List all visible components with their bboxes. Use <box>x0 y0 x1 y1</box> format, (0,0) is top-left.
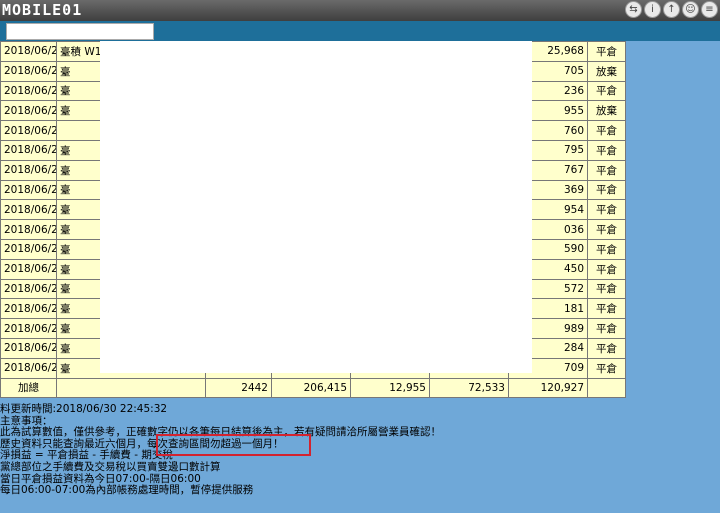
status-cell: 放棄 <box>587 60 626 82</box>
date-cell: 2018/06/28 <box>0 120 57 141</box>
site-logo[interactable]: MOBILE01 <box>2 1 82 20</box>
redacted-area <box>100 41 532 373</box>
status-cell: 平倉 <box>587 238 626 260</box>
total-row: 加總 2442 206,415 12,955 72,533 120,927 <box>0 377 626 399</box>
date-cell: 2018/06/28 <box>0 159 57 181</box>
date-cell: 2018/06/28 <box>0 199 57 221</box>
date-cell: 2018/06/27 <box>0 60 57 82</box>
date-cell: 2018/06/27 <box>0 100 57 122</box>
note-line: 黨總部位之手續費及交易稅以買賣雙邊口數計算 <box>0 460 221 473</box>
date-cell: 2018/06/27 <box>0 41 57 62</box>
num-cell: 2442 <box>205 377 272 399</box>
status-cell: 放棄 <box>587 100 626 122</box>
share-icon[interactable]: ⇆ <box>625 1 642 18</box>
update-time: 料更新時間:2018/06/30 22:45:32 <box>0 403 168 415</box>
status-cell: 平倉 <box>587 199 626 221</box>
num-cell: 72,533 <box>429 377 509 399</box>
num-cell: 120,927 <box>508 377 588 399</box>
status-cell: 平倉 <box>587 41 626 62</box>
date-cell: 2018/06/29 <box>0 298 57 320</box>
status-cell: 平倉 <box>587 337 626 359</box>
date-cell: 2018/06/28 <box>0 139 57 161</box>
date-cell: 2018/06/27 <box>0 80 57 102</box>
num-cell: 12,955 <box>350 377 430 399</box>
date-cell: 2018/06/28 <box>0 258 57 280</box>
status-cell: 平倉 <box>587 139 626 161</box>
status-cell: 平倉 <box>587 120 626 141</box>
status-cell: 平倉 <box>587 159 626 181</box>
date-cell: 2018/06/28 <box>0 278 57 300</box>
user-icon[interactable]: ☺ <box>682 1 699 18</box>
status-cell: 平倉 <box>587 219 626 240</box>
date-cell: 2018/06/29 <box>0 357 57 379</box>
status-cell: 平倉 <box>587 318 626 339</box>
date-cell: 2018/06/29 <box>0 337 57 359</box>
upload-icon[interactable]: ↑ <box>663 1 680 18</box>
search-input[interactable] <box>6 23 154 40</box>
menu-icon[interactable]: ≡ <box>701 1 718 18</box>
status-cell: 平倉 <box>587 357 626 379</box>
date-cell: 2018/06/28 <box>0 219 57 240</box>
status-cell: 平倉 <box>587 80 626 102</box>
highlight-box <box>156 434 311 456</box>
top-bar: MOBILE01 ⇆ i ↑ ☺ ≡ <box>0 0 720 21</box>
note-line: 每日06:00-07:00為內部帳務處理時間，暫停提供服務 <box>0 484 254 497</box>
info-icon[interactable]: i <box>644 1 661 18</box>
search-strip <box>0 21 720 41</box>
empty-cell <box>587 377 626 399</box>
date-cell: 2018/06/28 <box>0 238 57 260</box>
status-cell: 平倉 <box>587 258 626 280</box>
total-label: 加總 <box>0 377 57 399</box>
status-cell: 平倉 <box>587 298 626 320</box>
num-cell: 206,415 <box>271 377 351 399</box>
status-cell: 平倉 <box>587 278 626 300</box>
date-cell: 2018/06/29 <box>0 318 57 339</box>
empty-cell <box>56 377 206 399</box>
date-cell: 2018/06/28 <box>0 179 57 201</box>
status-cell: 平倉 <box>587 179 626 201</box>
